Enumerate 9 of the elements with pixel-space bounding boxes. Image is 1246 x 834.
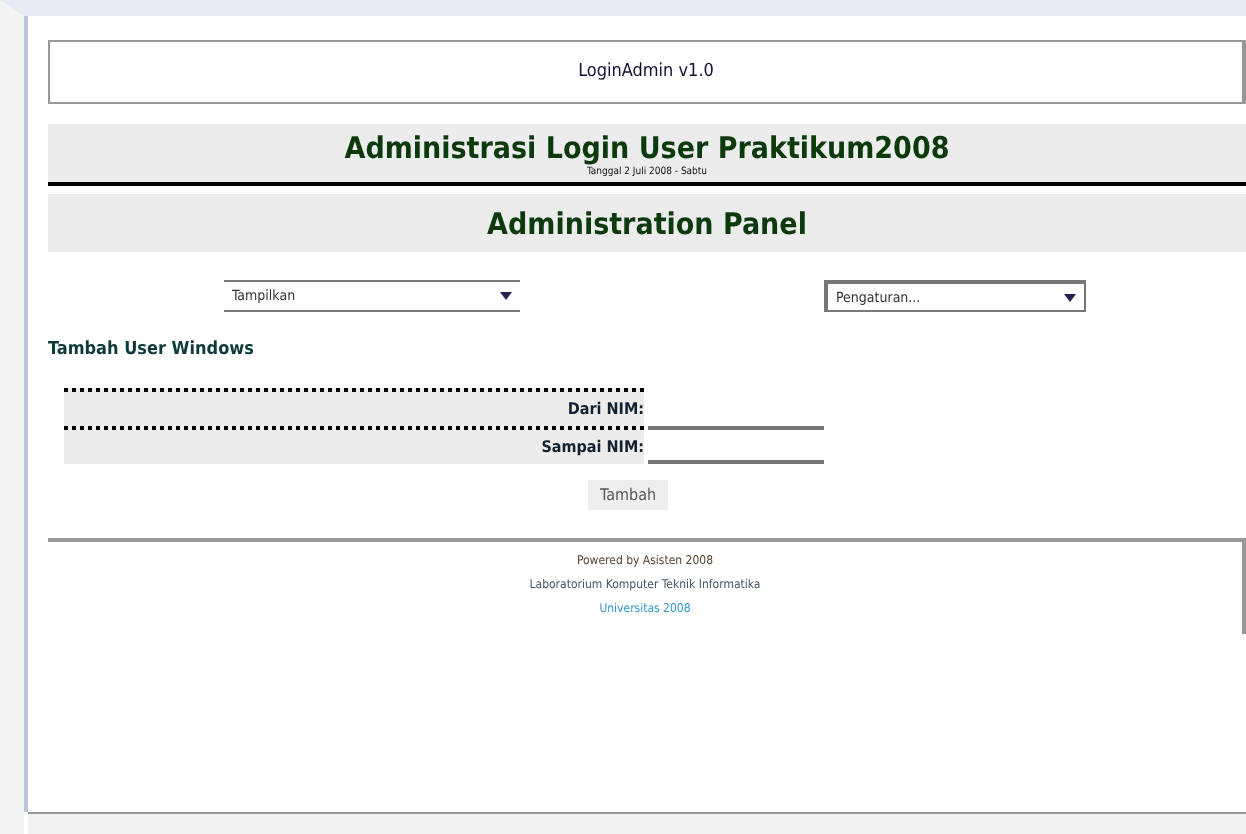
caret-icon (500, 292, 512, 300)
field-label: Sampai NIM: (64, 430, 644, 464)
caret-icon (1064, 293, 1076, 301)
submit-button[interactable]: Tambah (588, 480, 669, 510)
field-label: Dari NIM: (64, 388, 644, 430)
panel-title: Administration Panel (487, 205, 807, 241)
app-title: LoginAdmin v1.0 (578, 62, 714, 82)
section-title: Tambah User Windows (48, 340, 256, 360)
page-title: Administrasi Login User Praktikum2008 (342, 130, 952, 166)
